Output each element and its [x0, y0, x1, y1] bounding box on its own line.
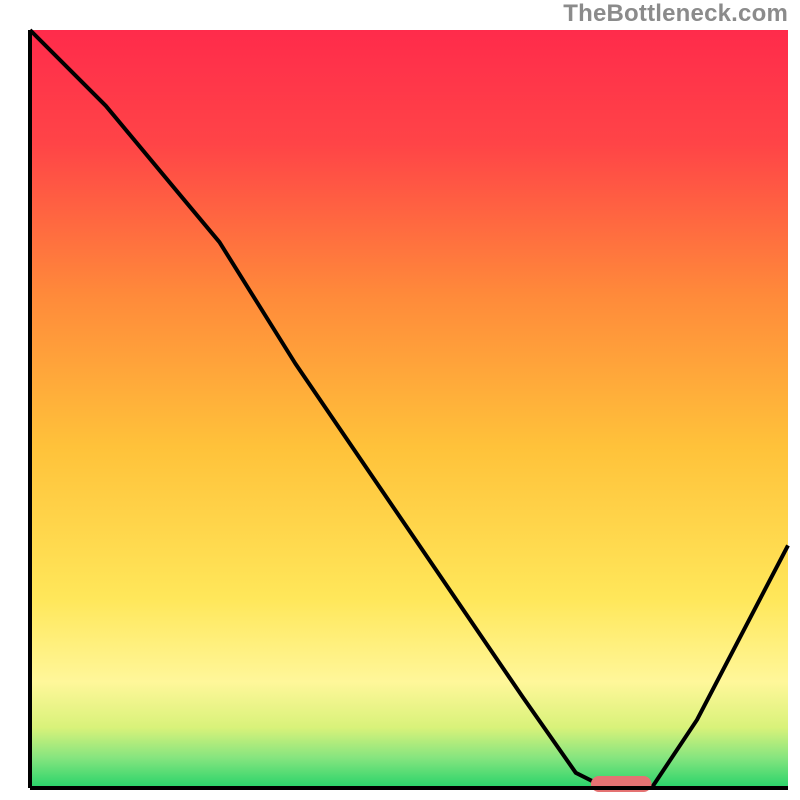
- plot-area: [30, 30, 788, 788]
- bottleneck-chart: [0, 0, 800, 800]
- chart-container: TheBottleneck.com: [0, 0, 800, 800]
